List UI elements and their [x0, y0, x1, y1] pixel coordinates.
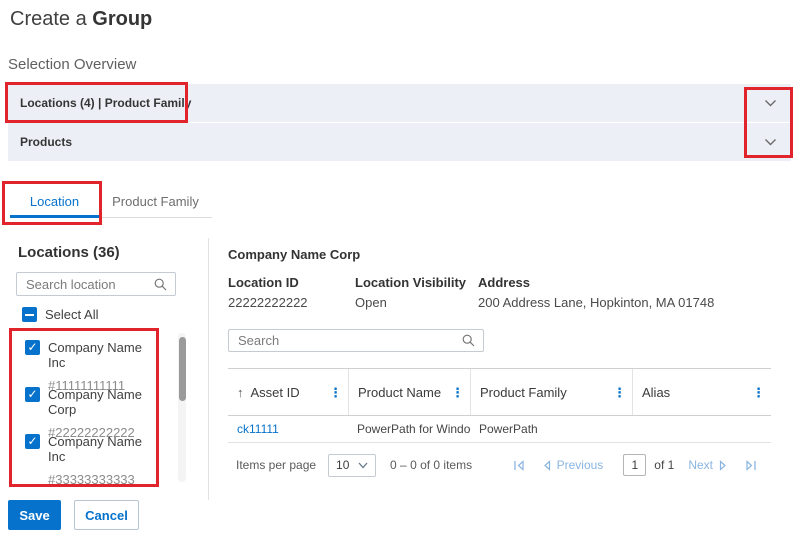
page-title-regular: Create a — [10, 8, 87, 30]
accordion-locations-label: Locations (4) | Product Family — [20, 96, 191, 110]
company-name-heading: Company Name Corp — [228, 247, 360, 262]
pagination-bar: Items per page 10 0 – 0 of 0 items Previ… — [228, 443, 771, 487]
column-label: Product Name — [358, 385, 441, 400]
column-menu-icon[interactable]: ⋮ — [752, 386, 765, 399]
previous-label: Previous — [557, 458, 604, 472]
address-label: Address — [478, 275, 530, 290]
product-name-cell: PowerPath for Windows — [348, 422, 470, 436]
column-label: Product Family — [480, 385, 567, 400]
table-header-row: ↑ Asset ID ⋮ Product Name ⋮ Product Fami… — [228, 368, 771, 416]
next-label: Next — [688, 458, 713, 472]
column-menu-icon[interactable]: ⋮ — [613, 386, 626, 399]
location-name: Company Name Inc — [48, 434, 155, 464]
page-of-label: of 1 — [654, 458, 674, 472]
product-family-cell: PowerPath — [470, 422, 632, 436]
location-checkbox[interactable] — [25, 340, 40, 355]
items-per-page-value: 10 — [336, 458, 349, 472]
column-menu-icon[interactable]: ⋮ — [329, 386, 342, 399]
column-label: Asset ID — [251, 385, 300, 400]
tab-location[interactable]: Location — [10, 188, 99, 215]
asset-search-box[interactable] — [228, 329, 484, 352]
chevron-down-icon[interactable] — [764, 99, 777, 108]
page-controls: Previous of 1 Next — [513, 454, 757, 476]
location-visibility-value: Open — [355, 295, 387, 310]
search-icon — [462, 334, 475, 347]
column-menu-icon[interactable]: ⋮ — [451, 386, 464, 399]
asset-search-input[interactable] — [229, 333, 462, 348]
asset-id-link[interactable]: ck11111 — [228, 422, 348, 436]
items-range-text: 0 – 0 of 0 items — [390, 458, 472, 472]
select-all-label: Select All — [45, 307, 98, 322]
location-id-label: Location ID — [228, 275, 299, 290]
chevron-down-icon[interactable] — [764, 138, 777, 147]
accordion-products[interactable]: Products — [8, 123, 791, 161]
tabbar-divider — [99, 217, 212, 218]
column-header-asset-id[interactable]: ↑ Asset ID ⋮ — [228, 369, 348, 415]
locations-count-heading: Locations (36) — [18, 244, 120, 261]
select-all-checkbox[interactable] — [22, 307, 37, 322]
address-value: 200 Address Lane, Hopkinton, MA 01748 — [478, 295, 714, 310]
page-title-bold: Group — [92, 8, 152, 30]
next-arrow-icon — [719, 460, 727, 471]
select-all-row[interactable]: Select All — [22, 307, 98, 322]
location-id: #33333333333 — [48, 472, 155, 487]
page-title: Create a Group — [10, 8, 152, 31]
location-checkbox[interactable] — [25, 434, 40, 449]
page-number-input[interactable] — [623, 454, 646, 476]
active-tab-underline — [10, 215, 99, 218]
previous-page-button[interactable]: Previous — [543, 458, 604, 472]
column-label: Alias — [642, 385, 670, 400]
accordion-locations-product-family[interactable]: Locations (4) | Product Family — [8, 84, 791, 122]
chevron-down-icon — [358, 462, 368, 469]
column-header-product-family[interactable]: Product Family ⋮ — [470, 369, 632, 415]
location-list-item[interactable]: Company Name Inc #33333333333 — [25, 434, 155, 487]
items-per-page-label: Items per page — [236, 458, 316, 472]
search-icon — [154, 278, 167, 291]
location-checkbox[interactable] — [25, 387, 40, 402]
accordion-products-label: Products — [20, 135, 72, 149]
items-per-page-select[interactable]: 10 — [328, 454, 376, 477]
location-visibility-label: Location Visibility — [355, 275, 466, 290]
location-search-box[interactable] — [16, 272, 176, 296]
save-button[interactable]: Save — [8, 500, 61, 530]
location-name: Company Name Corp — [48, 387, 155, 417]
location-list-item[interactable]: Company Name Corp #22222222222 — [25, 387, 155, 440]
cancel-button[interactable]: Cancel — [74, 500, 139, 530]
column-header-alias[interactable]: Alias ⋮ — [632, 369, 771, 415]
sort-ascending-icon[interactable]: ↑ — [237, 385, 244, 400]
assets-table: ↑ Asset ID ⋮ Product Name ⋮ Product Fami… — [228, 368, 771, 487]
previous-arrow-icon — [543, 460, 551, 471]
next-page-button[interactable]: Next — [688, 458, 727, 472]
first-page-icon[interactable] — [513, 460, 525, 471]
list-scrollbar-thumb[interactable] — [179, 337, 186, 401]
panel-divider — [208, 238, 209, 500]
create-group-page: Create a Group Selection Overview Locati… — [0, 0, 800, 546]
location-name: Company Name Inc — [48, 340, 155, 370]
location-search-input[interactable] — [17, 277, 154, 292]
location-list-item[interactable]: Company Name Inc #11111111111 — [25, 340, 155, 393]
tab-product-family[interactable]: Product Family — [99, 188, 212, 215]
last-page-icon[interactable] — [745, 460, 757, 471]
column-header-product-name[interactable]: Product Name ⋮ — [348, 369, 470, 415]
location-id-value: 22222222222 — [228, 295, 308, 310]
selection-overview-heading: Selection Overview — [8, 56, 136, 73]
table-row: ck11111 PowerPath for Windows PowerPath — [228, 416, 771, 443]
